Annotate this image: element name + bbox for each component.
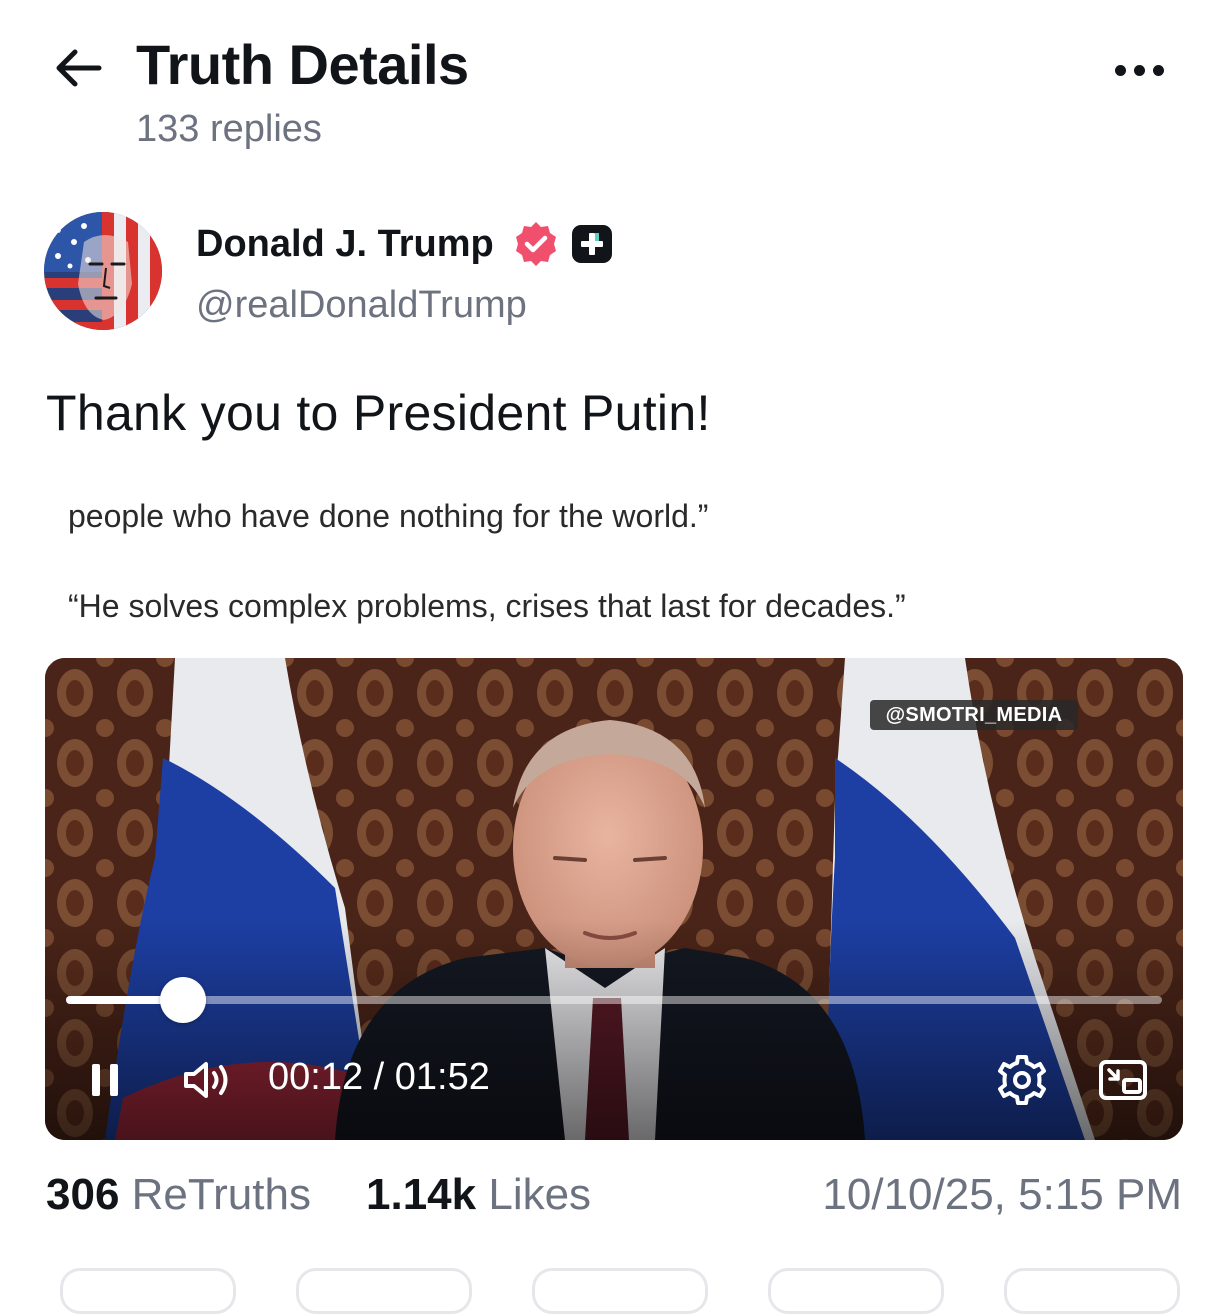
- arrow-left-icon: [56, 49, 102, 87]
- page-title: Truth Details: [136, 33, 469, 96]
- likes-count: 1.14k: [366, 1170, 477, 1219]
- avatar[interactable]: [44, 212, 162, 330]
- reply-count: 133 replies: [136, 108, 322, 150]
- author-row: Donald J. Trump @realDonaldTrump: [0, 200, 1228, 340]
- volume-icon[interactable]: [180, 1056, 236, 1104]
- top-bar: Truth Details 133 replies: [0, 0, 1228, 170]
- back-button[interactable]: [48, 38, 108, 98]
- truth-plus-icon: [572, 225, 612, 263]
- retruths-label: ReTruths: [131, 1170, 311, 1219]
- reply-action-button[interactable]: [60, 1268, 236, 1314]
- picture-in-picture-icon[interactable]: [1098, 1058, 1148, 1102]
- video-watermark: @SMOTRI_MEDIA: [870, 700, 1078, 730]
- post-text: Thank you to President Putin!: [46, 385, 711, 441]
- like-action-button[interactable]: [532, 1268, 708, 1314]
- pause-icon[interactable]: [86, 1058, 126, 1102]
- verified-badge-icon: [516, 222, 556, 266]
- video-progress-bar[interactable]: [66, 977, 1162, 1023]
- settings-icon[interactable]: [996, 1054, 1048, 1106]
- author-name[interactable]: Donald J. Trump: [196, 222, 494, 266]
- author-handle[interactable]: @realDonaldTrump: [196, 284, 527, 327]
- retruths-stat[interactable]: 306 ReTruths: [46, 1170, 311, 1220]
- embedded-quote-image: people who have done nothing for the wor…: [46, 484, 1182, 654]
- more-action-button[interactable]: [1004, 1268, 1180, 1314]
- retruth-action-button[interactable]: [296, 1268, 472, 1314]
- post-stats: 306 ReTruths 1.14k Likes 10/10/25, 5:15 …: [46, 1170, 1182, 1230]
- likes-stat[interactable]: 1.14k Likes: [366, 1170, 591, 1220]
- avatar-image: [44, 212, 162, 330]
- share-action-button[interactable]: [768, 1268, 944, 1314]
- retruths-count: 306: [46, 1170, 120, 1219]
- more-horizontal-icon: [1114, 64, 1126, 76]
- post-timestamp: 10/10/25, 5:15 PM: [822, 1170, 1182, 1219]
- progress-thumb[interactable]: [160, 977, 206, 1023]
- more-options-button[interactable]: [1104, 50, 1174, 90]
- video-time: 00:12 / 01:52: [268, 1056, 490, 1098]
- quote-line: “He solves complex problems, crises that…: [68, 588, 906, 624]
- quote-line: people who have done nothing for the wor…: [68, 498, 709, 534]
- likes-label: Likes: [488, 1170, 592, 1219]
